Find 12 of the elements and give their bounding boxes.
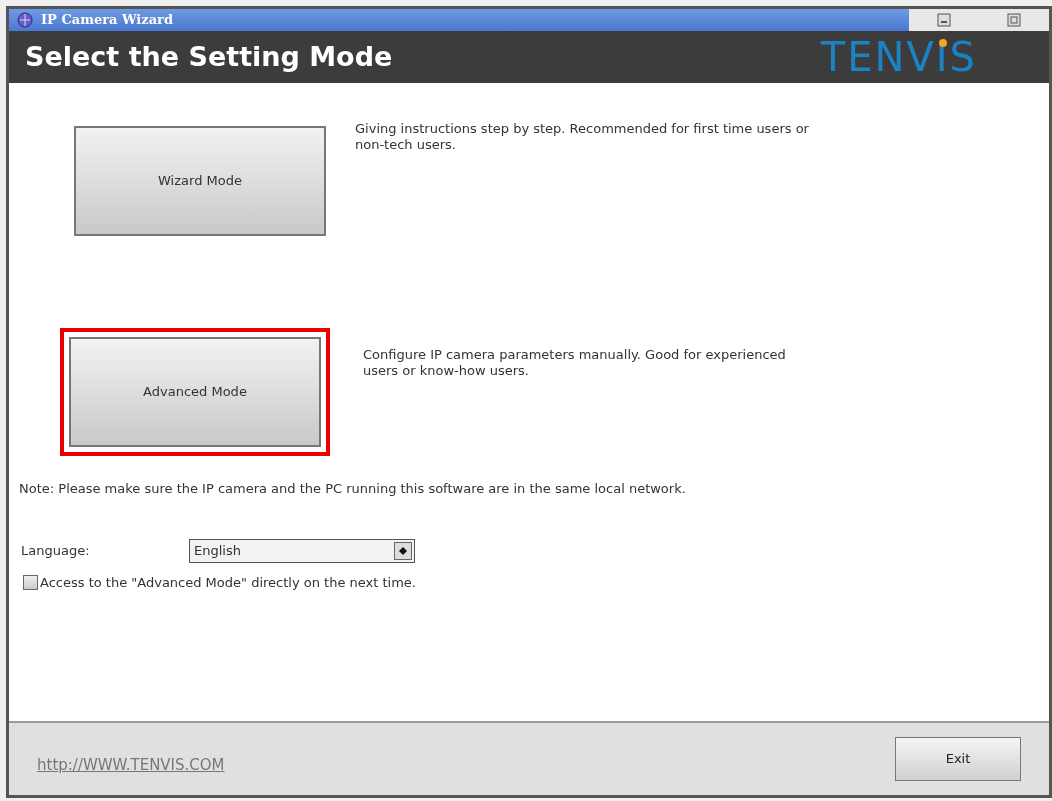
exit-button[interactable]: Exit <box>895 737 1021 781</box>
logo: TENVIS <box>820 37 977 77</box>
mode-button[interactable]: Advanced Mode <box>69 337 321 447</box>
checkbox-label: Access to the "Advanced Mode" directly on the next time. <box>40 573 416 592</box>
note-text: Note: Please make sure the IP camera and the PC running this software are in the same local network. <box>19 480 687 498</box>
mode-description: Configure IP camera parameters manually. Good for experienced users or know-how users. <box>363 347 787 379</box>
language-label: Language: <box>21 541 91 560</box>
page-heading: Select the Setting Mode <box>25 39 393 74</box>
window-title: IP Camera Wizard <box>41 11 174 30</box>
mode-button[interactable]: Wizard Mode <box>74 126 326 236</box>
mode-description: Giving instructions step by step. Recommended for first time users or non-tech users. <box>355 121 810 153</box>
language-dropdown[interactable]: English <box>189 538 415 563</box>
